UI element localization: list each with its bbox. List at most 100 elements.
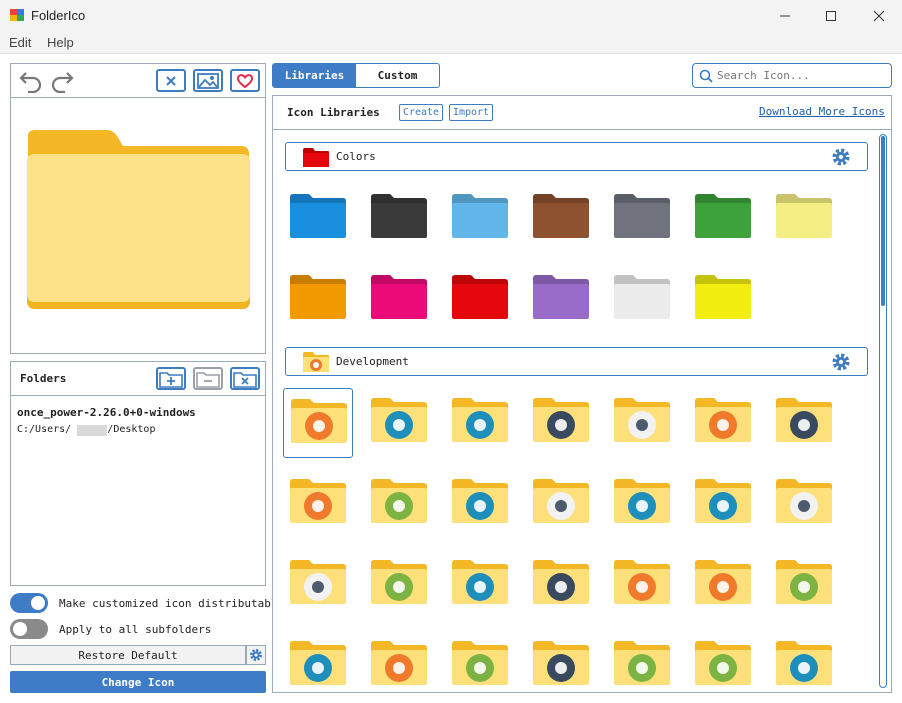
development-folder-tile[interactable]	[769, 550, 839, 620]
minimize-button[interactable]	[762, 0, 808, 32]
section-colors-label: Colors	[336, 150, 376, 163]
close-button[interactable]	[856, 0, 902, 32]
development-folder-tile[interactable]	[283, 388, 353, 458]
color-folder-tile[interactable]	[445, 265, 515, 335]
scrollbar-thumb[interactable]	[881, 136, 885, 306]
distributable-toggle[interactable]	[10, 593, 48, 613]
redacted-username	[77, 425, 107, 436]
color-folder-tile[interactable]	[607, 184, 677, 254]
remove-folder-button[interactable]	[193, 367, 223, 390]
development-folder-tile[interactable]	[364, 631, 434, 692]
development-folder-tile[interactable]	[688, 469, 758, 539]
menu-help[interactable]: Help	[47, 35, 74, 50]
library-scrollbar[interactable]	[879, 134, 887, 688]
toggle-knob	[13, 622, 27, 636]
maximize-button[interactable]	[808, 0, 854, 32]
development-folder-tile[interactable]	[364, 388, 434, 458]
folder-icon	[290, 275, 346, 319]
menu-edit[interactable]: Edit	[9, 35, 31, 50]
icon-library-panel: Icon Libraries Create Import Download Mo…	[272, 95, 892, 693]
color-folder-tile[interactable]	[283, 184, 353, 254]
development-folder-tile[interactable]	[283, 631, 353, 692]
development-folder-tile[interactable]	[445, 550, 515, 620]
folder-icon	[614, 194, 670, 238]
color-folder-tile[interactable]	[364, 184, 434, 254]
color-folder-tile[interactable]	[283, 265, 353, 335]
color-folder-tile[interactable]	[526, 265, 596, 335]
folders-title: Folders	[20, 372, 67, 385]
development-folder-tile[interactable]	[607, 469, 677, 539]
subfolders-toggle[interactable]	[10, 619, 48, 639]
gear-icon[interactable]	[831, 352, 851, 372]
restore-settings-button[interactable]	[246, 645, 266, 665]
clear-icon-button[interactable]	[156, 69, 186, 92]
color-folder-tile[interactable]	[688, 265, 758, 335]
create-library-button[interactable]: Create	[399, 104, 443, 121]
change-icon-button[interactable]: Change Icon	[10, 671, 266, 693]
color-folder-tile[interactable]	[445, 184, 515, 254]
development-folder-tile[interactable]	[526, 550, 596, 620]
favorite-button[interactable]	[230, 69, 260, 92]
folder-icon	[695, 275, 751, 319]
image-button[interactable]	[193, 69, 223, 92]
clear-folders-button[interactable]	[230, 367, 260, 390]
tablet-icon	[614, 398, 670, 442]
title-bar: FolderIco	[0, 0, 902, 32]
folder-icon	[290, 194, 346, 238]
folder-path: C:/Users/ /Desktop	[17, 424, 196, 436]
color-folder-tile[interactable]	[526, 184, 596, 254]
folder-list-item[interactable]: once_power-2.26.0+0-windows C:/Users/ /D…	[17, 406, 196, 436]
microscope-icon	[695, 641, 751, 685]
section-development[interactable]: Development	[285, 347, 868, 376]
folder-icon	[614, 275, 670, 319]
development-folder-tile[interactable]	[769, 631, 839, 692]
development-folder-tile[interactable]	[688, 550, 758, 620]
development-folder-tile[interactable]	[607, 388, 677, 458]
development-folder-tile[interactable]	[607, 550, 677, 620]
link-icon	[533, 641, 589, 685]
development-folder-tile[interactable]	[283, 550, 353, 620]
development-folder-tile[interactable]	[445, 631, 515, 692]
tab-custom[interactable]: Custom	[356, 64, 439, 87]
development-folder-tile[interactable]	[688, 631, 758, 692]
color-folder-tile[interactable]	[607, 265, 677, 335]
color-folder-tile[interactable]	[364, 265, 434, 335]
development-folder-tile[interactable]	[445, 388, 515, 458]
undo-icon[interactable]	[18, 69, 44, 93]
import-library-button[interactable]: Import	[449, 104, 493, 121]
development-folder-tile[interactable]	[769, 388, 839, 458]
development-folder-tile[interactable]	[283, 469, 353, 539]
cross-icon	[290, 560, 346, 604]
traffic-cone-icon	[533, 479, 589, 523]
development-folder-tile[interactable]	[607, 631, 677, 692]
download-more-icons-link[interactable]: Download More Icons	[759, 105, 885, 118]
search-icon	[699, 69, 713, 83]
development-folder-tile[interactable]	[688, 388, 758, 458]
section-colors[interactable]: Colors	[285, 142, 868, 171]
development-folder-tile[interactable]	[445, 469, 515, 539]
development-folder-tile[interactable]	[769, 469, 839, 539]
icon-libraries-title: Icon Libraries	[287, 106, 380, 119]
color-folder-tile[interactable]	[688, 184, 758, 254]
app-logo-icon	[10, 9, 24, 21]
folder-icon	[452, 194, 508, 238]
add-folder-button[interactable]	[156, 367, 186, 390]
development-folder-tile[interactable]	[364, 550, 434, 620]
color-folder-tile[interactable]	[769, 184, 839, 254]
redo-icon[interactable]	[49, 69, 75, 93]
heart-icon	[236, 73, 254, 88]
development-folder-tile[interactable]	[526, 388, 596, 458]
diamond-icon	[695, 479, 751, 523]
clear-folder-icon	[233, 371, 257, 388]
tab-libraries[interactable]: Libraries	[273, 64, 356, 87]
development-folder-tile[interactable]	[526, 631, 596, 692]
development-folder-tile[interactable]	[526, 469, 596, 539]
gear-icon	[614, 641, 670, 685]
gear-icon[interactable]	[831, 147, 851, 167]
minimize-icon	[780, 15, 790, 17]
development-folder-tile[interactable]	[364, 469, 434, 539]
maximize-icon	[826, 11, 836, 21]
folder-icon	[776, 194, 832, 238]
search-input[interactable]	[717, 67, 887, 84]
restore-default-button[interactable]: Restore Default	[10, 645, 246, 665]
